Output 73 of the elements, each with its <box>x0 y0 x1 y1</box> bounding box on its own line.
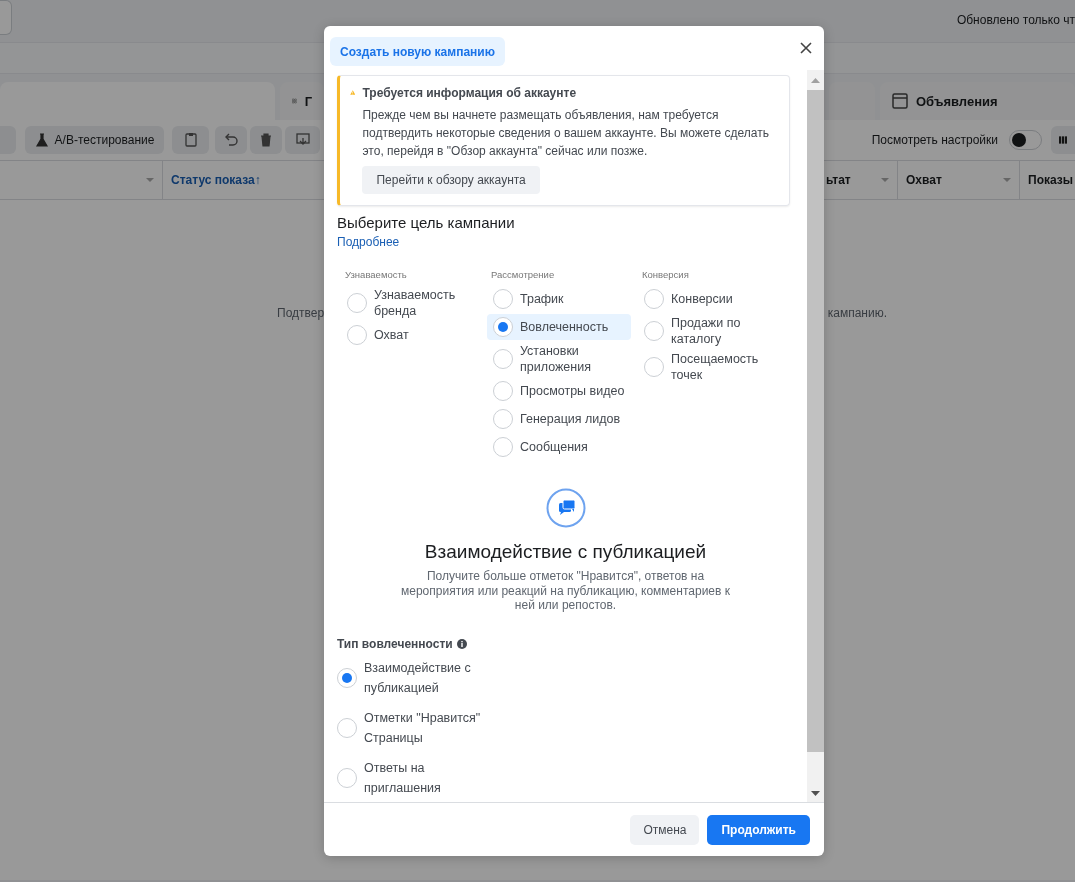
group-label: Узнаваемость <box>345 269 408 280</box>
radio-button[interactable] <box>337 667 357 688</box>
radio-button[interactable] <box>493 437 513 457</box>
toggle-switch[interactable] <box>1009 130 1042 150</box>
radio-option[interactable]: Сообщения <box>487 434 631 460</box>
radio-option[interactable]: Ответы на приглашения <box>331 756 807 799</box>
radio-option[interactable]: Узнаваемость бренда <box>341 286 485 320</box>
radio-option[interactable]: Просмотры видео <box>487 378 631 404</box>
radio-button[interactable] <box>493 289 513 309</box>
dropdown-button[interactable] <box>0 0 12 35</box>
cancel-button[interactable]: Отмена <box>630 814 700 845</box>
scroll-up-icon <box>811 77 820 83</box>
field-label: Тип вовлеченности <box>337 636 453 651</box>
radio-option[interactable]: Продажи по каталогу <box>638 314 782 348</box>
trash-icon <box>258 132 274 148</box>
radio-button[interactable] <box>644 357 664 377</box>
group-label: Конверсия <box>642 269 690 280</box>
dropdown-icon <box>881 178 889 182</box>
empty-message: Подтвер <box>277 306 325 322</box>
window-icon <box>892 93 908 109</box>
radio-button[interactable] <box>337 767 357 788</box>
column-header[interactable]: Статус показа↑ <box>171 173 261 187</box>
radio-button[interactable] <box>493 381 513 401</box>
radio-option[interactable]: Посещаемость точек <box>638 350 782 384</box>
update-status: Обновлено только чт <box>956 13 1075 27</box>
continue-button[interactable]: Продолжить <box>707 814 810 845</box>
column-header[interactable]: ьтат <box>826 173 851 187</box>
dropdown-icon <box>146 178 154 182</box>
radio-button[interactable] <box>493 317 513 337</box>
scroll-down-icon <box>811 791 820 796</box>
radio-button[interactable] <box>347 325 367 345</box>
radio-option[interactable]: Охват <box>341 322 485 348</box>
radio-option[interactable]: Генерация лидов <box>487 406 631 432</box>
toolbar-button[interactable] <box>285 126 320 154</box>
alert-text: Прежде чем вы начнете размещать объявления, нам требуется подтвердить некоторые сведения о вашем аккаунте. Вы можете сделать это, перейдя в "Обзор аккаунта" сейчас или позже. <box>362 107 770 160</box>
view-settings-label: Посмотреть настройки <box>871 133 998 147</box>
radio-option[interactable]: Установки приложения <box>487 342 631 376</box>
radio-button[interactable] <box>644 289 664 309</box>
toolbar-button[interactable] <box>250 126 282 154</box>
columns-icon <box>1059 134 1067 146</box>
radio-option[interactable]: Взаимодействие с публикацией <box>331 656 807 699</box>
chat-icon <box>545 488 586 528</box>
radio-button[interactable] <box>337 717 357 738</box>
toolbar-button[interactable] <box>172 126 209 154</box>
radio-button[interactable] <box>347 293 367 313</box>
radio-button[interactable] <box>493 409 513 429</box>
alert-title: Требуется информация об аккаунте <box>362 86 578 100</box>
objective-description: Получите больше отметок "Нравится", ответов на мероприятия или реакций на публикацию, комментариев к ней или репостов. <box>400 569 731 613</box>
dialog-title: Создать новую кампанию <box>330 37 505 66</box>
flask-icon <box>34 133 49 147</box>
group-label: Рассмотрение <box>491 269 556 280</box>
info-icon <box>456 638 467 649</box>
close-icon[interactable] <box>800 42 812 54</box>
column-header[interactable]: Охват <box>906 173 942 187</box>
radio-option[interactable]: Вовлеченность <box>487 314 631 340</box>
column-header[interactable]: Показы <box>1028 173 1073 187</box>
dropdown-icon <box>1003 178 1011 182</box>
radio-option[interactable]: Трафик <box>487 286 631 312</box>
account-overview-button[interactable]: Перейти к обзору аккаунта <box>362 166 540 194</box>
radio-option[interactable]: Отметки "Нравится" Страницы <box>331 706 807 749</box>
objective-title: Взаимодействие с публикацией <box>424 541 707 563</box>
undo-icon <box>223 132 239 148</box>
empty-message: кампанию. <box>827 306 887 322</box>
radio-button[interactable] <box>493 349 513 369</box>
columns-button[interactable] <box>1051 126 1075 154</box>
toolbar-button[interactable] <box>215 126 247 154</box>
radio-button[interactable] <box>644 321 664 341</box>
section-heading: Выберите цель кампании <box>337 214 516 231</box>
radio-option[interactable]: Конверсии <box>638 286 782 312</box>
ab-test-button[interactable]: A/B-тестирование <box>25 126 164 154</box>
clipboard-icon <box>182 132 199 148</box>
learn-more-link[interactable]: Подробнее <box>337 235 400 249</box>
scrollbar[interactable] <box>807 70 824 802</box>
